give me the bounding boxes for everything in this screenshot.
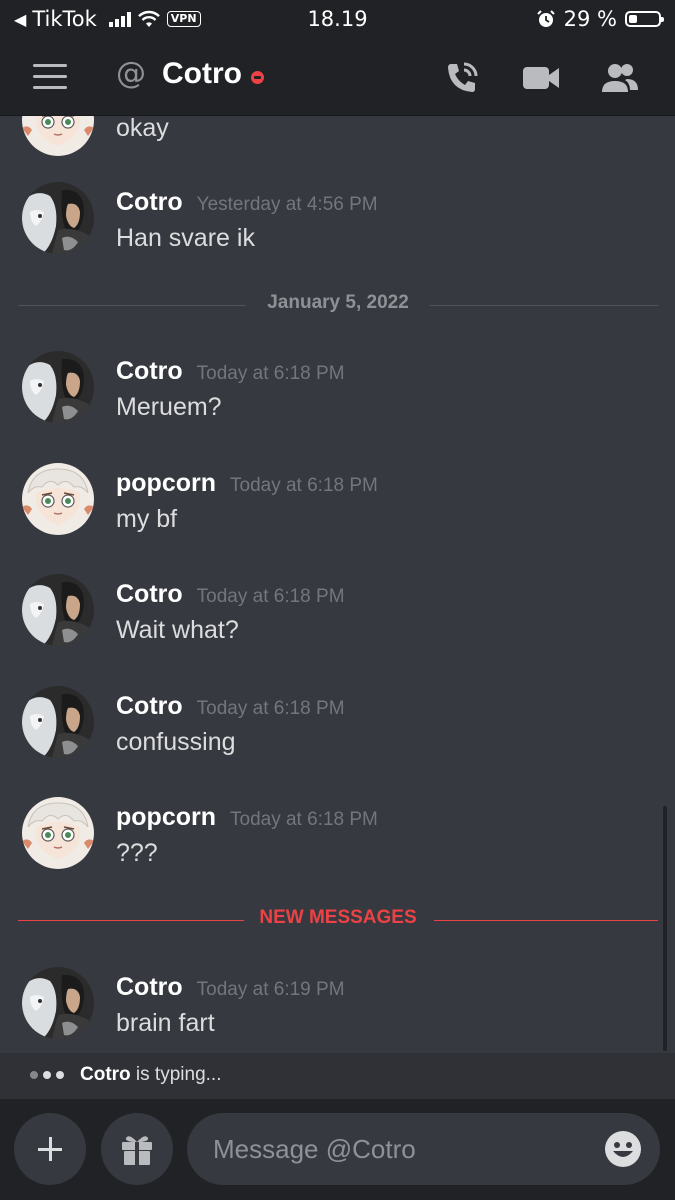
avatar-cotro[interactable] [22,686,94,758]
avatar-popcorn[interactable] [22,116,94,156]
message-author[interactable]: Cotro Yesterday at 4:56 PM [116,188,378,217]
avatar-cotro[interactable] [22,574,94,646]
typing-text: Cotro is typing... [80,1064,222,1085]
message-author[interactable]: Cotro Today at 6:18 PM [116,357,345,386]
message-timestamp: Today at 6:19 PM [196,979,345,1000]
avatar-popcorn[interactable] [22,797,94,869]
emoji-icon[interactable] [604,1130,642,1168]
message-content: ??? [116,839,158,867]
dnd-status-icon [251,71,264,84]
message-timestamp: Today at 6:18 PM [196,586,345,607]
add-attachment-button[interactable] [14,1113,86,1185]
typing-indicator: Cotro is typing... [0,1053,675,1099]
message-content: Han svare ik [116,224,255,252]
message-author[interactable]: Cotro Today at 6:18 PM [116,692,345,721]
message-content: Wait what? [116,616,239,644]
battery-percent: 29 % [563,7,617,31]
members-icon[interactable] [600,58,640,98]
gift-icon [122,1136,152,1165]
gift-button[interactable] [101,1113,173,1185]
message-author[interactable]: Cotro Today at 6:18 PM [116,580,345,609]
chat-header: @ Cotro [0,40,675,116]
date-divider-label: January 5, 2022 [267,292,409,313]
scrollbar[interactable] [663,806,667,1051]
date-divider: January 5, 2022 [18,290,658,320]
avatar-cotro[interactable] [22,351,94,423]
message-author[interactable]: popcorn Today at 6:18 PM [116,469,378,498]
message-input[interactable] [187,1113,660,1185]
message-author[interactable]: Cotro Today at 6:19 PM [116,973,345,1002]
status-right: 29 % [536,7,664,31]
at-icon: @ [116,56,146,91]
phone-call-icon[interactable] [442,58,482,98]
message-timestamp: Today at 6:18 PM [196,363,345,384]
battery-fill [629,15,637,23]
new-messages-label: NEW MESSAGES [259,907,417,928]
message-content: confussing [116,728,236,756]
avatar-popcorn[interactable] [22,463,94,535]
message-content: my bf [116,505,178,533]
alarm-icon [536,10,555,27]
message-timestamp: Yesterday at 4:56 PM [196,194,378,215]
battery-icon [625,11,664,27]
message-content: Meruem? [116,393,222,421]
status-bar: ◀ TikTok VPN 18.19 29 % [0,0,675,40]
message-timestamp: Today at 6:18 PM [196,698,345,719]
message-content: okay [116,116,169,142]
video-camera-icon[interactable] [521,58,561,98]
message-content: brain fart [116,1009,215,1037]
message-timestamp: Today at 6:18 PM [230,475,378,496]
message-composer [0,1099,675,1200]
typing-user: Cotro [80,1064,131,1085]
message-list[interactable]: okay Cotro Yesterday at 4:56 PM Han svare… [0,116,675,1053]
avatar-cotro[interactable] [22,967,94,1039]
message-author[interactable]: popcorn Today at 6:18 PM [116,803,378,832]
hamburger-menu-icon[interactable] [33,64,67,90]
page-title[interactable]: Cotro [162,57,242,91]
avatar-cotro[interactable] [22,182,94,254]
new-messages-divider: NEW MESSAGES [18,905,658,935]
typing-dots-icon [30,1071,64,1079]
message-timestamp: Today at 6:18 PM [230,809,378,830]
